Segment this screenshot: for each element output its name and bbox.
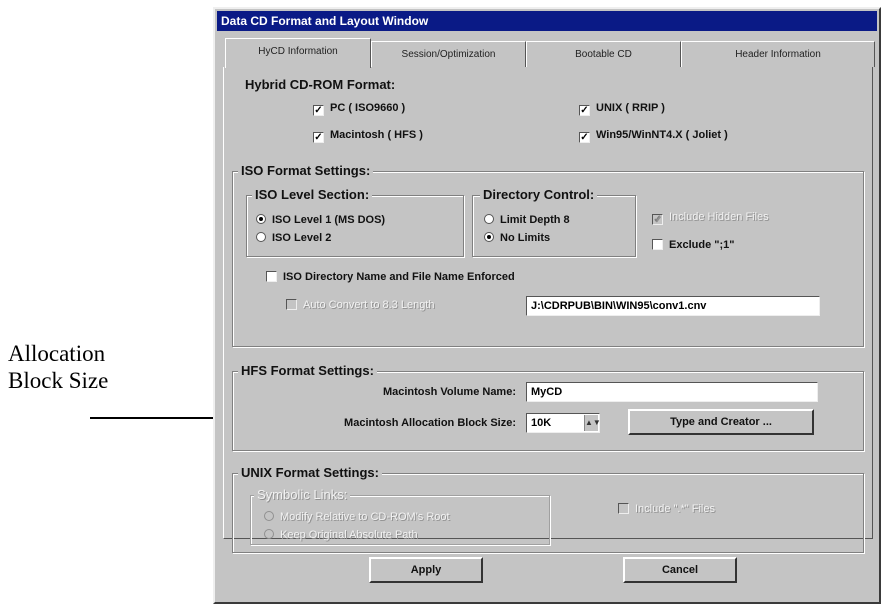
tab-hycd-information[interactable]: HyCD Information: [225, 38, 371, 68]
iso-format-title: ISO Format Settings:: [238, 163, 374, 178]
hfs-format-title: HFS Format Settings:: [238, 363, 377, 378]
auto-convert-checkbox: [286, 299, 297, 310]
hybrid-format-title: Hybrid CD-ROM Format:: [242, 77, 399, 92]
mac-label: Macintosh ( HFS ): [330, 129, 423, 141]
unix-label: UNIX ( RRIP ): [596, 102, 665, 114]
joliet-label: Win95/WinNT4.X ( Joliet ): [596, 129, 728, 141]
tab-bootable-cd[interactable]: Bootable CD: [526, 41, 681, 67]
iso-enforced-label: ISO Directory Name and File Name Enforce…: [283, 271, 515, 283]
include-dot-files-label: Include ".*" Files: [635, 503, 715, 515]
limit-depth-label: Limit Depth 8: [500, 214, 570, 226]
allocation-block-size-select[interactable]: 10K ▲▼: [526, 413, 601, 433]
include-hidden-checkbox: ✓: [652, 214, 663, 225]
modify-relative-option: Modify Relative to CD-ROM's Root: [264, 511, 450, 523]
include-dot-files-option: Include ".*" Files: [618, 503, 715, 515]
symbolic-links-title: Symbolic Links:: [254, 487, 351, 502]
keep-absolute-label: Keep Original Absolute Path: [280, 529, 418, 541]
tab-panel: Hybrid CD-ROM Format: ✓ PC ( ISO9660 ) ✓ U…: [223, 67, 873, 553]
no-limits-option[interactable]: No Limits: [484, 232, 550, 244]
include-hidden-label: Include Hidden Files: [669, 211, 769, 223]
unix-rrip-option[interactable]: ✓ UNIX ( RRIP ): [579, 102, 665, 116]
iso-enforced-checkbox[interactable]: [266, 271, 277, 282]
tab-header-information[interactable]: Header Information: [681, 41, 875, 67]
iso-level-1-option[interactable]: ISO Level 1 (MS DOS): [256, 214, 385, 226]
modify-relative-radio: [264, 511, 274, 521]
limit-depth-option[interactable]: Limit Depth 8: [484, 214, 570, 226]
annotation-label: Allocation Block Size: [8, 340, 108, 394]
include-hidden-files-option: ✓ Include Hidden Files: [652, 211, 769, 225]
cancel-button[interactable]: Cancel: [623, 557, 737, 583]
directory-control-group: [472, 195, 636, 257]
auto-convert-label: Auto Convert to 8.3 Length: [303, 299, 435, 311]
limit-depth-radio[interactable]: [484, 214, 494, 224]
window-title: Data CD Format and Layout Window: [217, 11, 877, 31]
exclude-label: Exclude ";1": [669, 239, 735, 251]
iso-level-title: ISO Level Section:: [252, 187, 373, 202]
keep-absolute-option: Keep Original Absolute Path: [264, 529, 418, 541]
allocation-block-size-label: Macintosh Allocation Block Size:: [344, 417, 516, 429]
tab-strip: HyCD Information Session/Optimization Bo…: [225, 38, 879, 68]
iso-level-group: [246, 195, 464, 257]
type-and-creator-button[interactable]: Type and Creator ...: [628, 409, 814, 435]
directory-control-title: Directory Control:: [480, 187, 598, 202]
modify-relative-label: Modify Relative to CD-ROM's Root: [280, 511, 450, 523]
allocation-block-size-value: 10K: [531, 417, 552, 429]
annotation-line-2: Block Size: [8, 368, 109, 393]
iso-level-2-label: ISO Level 2: [272, 232, 332, 244]
annotation-line-1: Allocation: [8, 341, 106, 366]
mac-checkbox[interactable]: ✓: [313, 132, 324, 143]
no-limits-label: No Limits: [500, 232, 551, 244]
macintosh-hfs-option[interactable]: ✓ Macintosh ( HFS ): [313, 129, 423, 143]
exclude-option[interactable]: Exclude ";1": [652, 239, 734, 251]
unix-checkbox[interactable]: ✓: [579, 105, 590, 116]
iso-level-1-label: ISO Level 1 (MS DOS): [272, 214, 386, 226]
joliet-checkbox[interactable]: ✓: [579, 132, 590, 143]
iso-level-2-option[interactable]: ISO Level 2: [256, 232, 331, 244]
iso-level-1-radio[interactable]: [256, 214, 266, 224]
exclude-checkbox[interactable]: [652, 239, 663, 250]
iso-level-2-radio[interactable]: [256, 232, 266, 242]
data-cd-format-window: Data CD Format and Layout Window HyCD In…: [213, 7, 881, 604]
unix-format-title: UNIX Format Settings:: [238, 465, 382, 480]
joliet-option[interactable]: ✓ Win95/WinNT4.X ( Joliet ): [579, 129, 728, 143]
pc-label: PC ( ISO9660 ): [330, 102, 406, 114]
pc-checkbox[interactable]: ✓: [313, 105, 324, 116]
include-dot-files-checkbox: [618, 503, 629, 514]
convert-path-field[interactable]: J:\CDRPUB\BIN\WIN95\conv1.cnv: [526, 296, 820, 316]
iso-enforced-option[interactable]: ISO Directory Name and File Name Enforce…: [266, 271, 515, 283]
keep-absolute-radio: [264, 529, 274, 539]
volume-name-field[interactable]: MyCD: [526, 382, 818, 402]
volume-name-label: Macintosh Volume Name:: [382, 386, 516, 398]
apply-button[interactable]: Apply: [369, 557, 483, 583]
auto-convert-option: Auto Convert to 8.3 Length: [286, 299, 434, 311]
no-limits-radio[interactable]: [484, 232, 494, 242]
tab-session-optimization[interactable]: Session/Optimization: [371, 41, 526, 67]
pc-iso9660-option[interactable]: ✓ PC ( ISO9660 ): [313, 102, 405, 116]
spin-arrows-icon[interactable]: ▲▼: [584, 415, 601, 431]
